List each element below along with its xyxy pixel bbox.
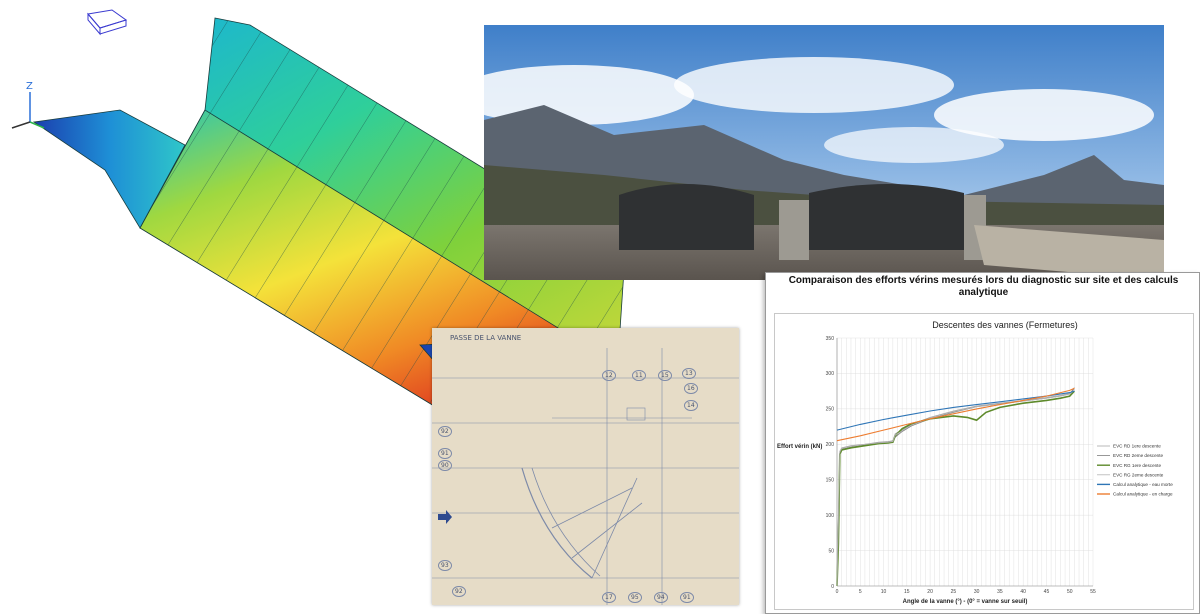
- legend-label: EVC RG 2eme descente: [1113, 472, 1164, 477]
- x-tick-label: 50: [1067, 589, 1073, 595]
- y-tick-label: 250: [826, 407, 835, 413]
- x-tick-label: 0: [836, 589, 839, 595]
- drawing-number-label: 93: [438, 560, 452, 571]
- series-line: [836, 387, 1075, 587]
- drawing-number-label: 13: [682, 368, 696, 379]
- y-tick-label: 350: [826, 336, 835, 342]
- chart-header: Comparaison des efforts vérins mesurés l…: [788, 275, 1179, 298]
- drawing-number-label: 91: [438, 448, 452, 459]
- y-tick-label: 300: [826, 371, 835, 377]
- y-tick-label: 0: [831, 584, 834, 590]
- series-line: [836, 388, 1075, 587]
- legend-label: EVC RD 1ere descente: [1113, 444, 1161, 449]
- chart-card: Comparaison des efforts vérins mesurés l…: [765, 272, 1200, 614]
- series-line: [836, 390, 1075, 587]
- series-line: [836, 390, 1075, 587]
- drawing-number-label: 92: [438, 426, 452, 437]
- drawing-number-label: 91: [680, 592, 694, 603]
- y-tick-label: 200: [826, 442, 835, 448]
- x-tick-label: 40: [1020, 589, 1026, 595]
- svg-text:Z: Z: [26, 81, 33, 92]
- drawing-number-label: 11: [632, 370, 646, 381]
- drawing-number-label: 92: [452, 586, 466, 597]
- drawing-number-label: 90: [438, 460, 452, 471]
- chart-frame: Descentes des vannes (Fermetures) 0 50 100 1…: [774, 313, 1194, 610]
- drawing-number-label: 15: [658, 370, 672, 381]
- legend-label: EVC RG 1ere descente: [1113, 463, 1161, 468]
- chart-plot: Descentes des vannes (Fermetures)0501001…: [777, 320, 1173, 605]
- x-axis-title: Angle de la vanne (°) - (0° = vanne sur …: [903, 599, 1028, 605]
- dam-photo: [484, 25, 1164, 280]
- drawing-number-label: 94: [654, 592, 668, 603]
- drawing-number-label: 17: [602, 592, 616, 603]
- x-tick-label: 15: [904, 589, 910, 595]
- x-tick-label: 20: [927, 589, 933, 595]
- x-tick-label: 35: [997, 589, 1003, 595]
- drawing-title: PASSE DE LA VANNE: [450, 334, 521, 342]
- technical-drawing-image: PASSE DE LA VANNE 12 11 15 13 16 14 92 91 90 93 92…: [432, 328, 739, 605]
- y-tick-label: 100: [826, 513, 835, 519]
- x-tick-label: 25: [951, 589, 957, 595]
- x-tick-label: 30: [974, 589, 980, 595]
- drawing-number-label: 12: [602, 370, 616, 381]
- x-tick-label: 55: [1090, 589, 1096, 595]
- series-line: [836, 387, 1075, 442]
- y-axis-title: Effort vérin (kN): [777, 444, 822, 450]
- legend-label: EVC RD 2eme descente: [1113, 453, 1163, 458]
- arrow-right-icon: [438, 510, 452, 524]
- chart-title: Descentes des vannes (Fermetures): [932, 320, 1078, 330]
- x-tick-label: 10: [881, 589, 887, 595]
- legend-label: Calcul analytique - en charge: [1113, 492, 1173, 497]
- drawing-number-label: 16: [684, 383, 698, 394]
- x-tick-label: 5: [859, 589, 862, 595]
- view-cube-icon: [87, 9, 128, 36]
- x-tick-label: 45: [1044, 589, 1050, 595]
- drawing-number-label: 95: [628, 592, 642, 603]
- legend-label: Calcul analytique - eau morte: [1113, 482, 1173, 487]
- y-tick-label: 150: [826, 478, 835, 484]
- drawing-number-label: 14: [684, 400, 698, 411]
- y-tick-label: 50: [828, 548, 834, 554]
